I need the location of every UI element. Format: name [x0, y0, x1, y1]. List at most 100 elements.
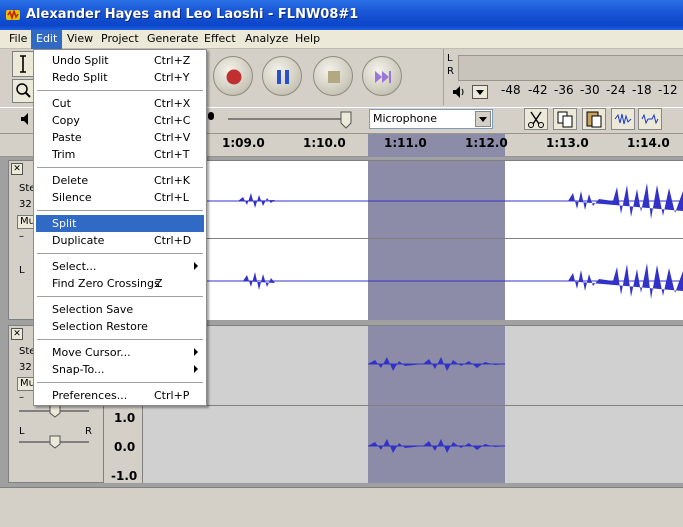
track-info: 32: [19, 199, 32, 210]
menu-item-snap-to[interactable]: Snap-To...: [36, 361, 204, 378]
ruler-tick-label: 1:12.0: [465, 136, 508, 150]
status-area: [0, 487, 683, 527]
skip-end-icon: [375, 71, 391, 83]
silence-icon: [641, 113, 659, 125]
menu-item-select[interactable]: Select...: [36, 258, 204, 275]
chevron-down-icon: [479, 117, 487, 122]
title-bar: Alexander Hayes and Leo Laoshi - FLNW08#…: [0, 0, 683, 30]
meter-menu-button[interactable]: [472, 85, 488, 99]
ruler-tick-label: 1:10.0: [303, 136, 346, 150]
menu-item-split[interactable]: Split: [36, 215, 204, 232]
slider-thumb-icon[interactable]: [49, 435, 61, 449]
vruler-label: 1.0: [114, 411, 136, 425]
pan-left-label: L: [19, 426, 25, 437]
zoom-tool-button[interactable]: [12, 79, 34, 103]
menu-separator: [37, 296, 203, 297]
ruler-tick-label: 1:13.0: [546, 136, 589, 150]
menu-item-find-zero-crossings[interactable]: Find Zero Crossings Z: [36, 275, 204, 292]
menu-bar: File Edit View Project Generate Effect A…: [0, 30, 683, 49]
track-2-right-channel[interactable]: [143, 405, 683, 483]
menu-view[interactable]: View: [62, 30, 98, 49]
menu-separator: [37, 339, 203, 340]
audacity-window: Alexander Hayes and Leo Laoshi - FLNW08#…: [0, 0, 683, 527]
menu-item-move-cursor[interactable]: Move Cursor...: [36, 344, 204, 361]
input-volume-slider[interactable]: [228, 118, 348, 120]
menu-generate[interactable]: Generate: [142, 30, 203, 49]
menu-file[interactable]: File: [4, 30, 32, 49]
window-title: Alexander Hayes and Leo Laoshi - FLNW08#…: [26, 7, 359, 22]
pause-button[interactable]: [262, 56, 302, 96]
waveform: [368, 357, 505, 371]
menu-item-copy[interactable]: Copy Ctrl+C: [36, 112, 204, 129]
copy-button[interactable]: [553, 108, 577, 130]
speaker-icon: [453, 86, 464, 98]
meter-channel-l: L: [447, 53, 453, 64]
submenu-arrow-icon: [194, 365, 198, 373]
close-icon[interactable]: ✕: [11, 328, 23, 340]
menu-item-cut[interactable]: Cut Ctrl+X: [36, 95, 204, 112]
ibeam-icon: [20, 55, 26, 73]
menu-separator: [37, 210, 203, 211]
waveform: [143, 263, 683, 299]
menu-separator: [37, 253, 203, 254]
close-icon[interactable]: ✕: [11, 163, 23, 175]
pan-left-label: L: [19, 265, 25, 276]
menu-project[interactable]: Project: [96, 30, 144, 49]
stop-button[interactable]: [313, 56, 353, 96]
submenu-arrow-icon: [194, 348, 198, 356]
meter-tick: -36: [554, 83, 574, 97]
stop-icon: [328, 71, 340, 83]
slider-thumb-icon[interactable]: [340, 111, 352, 129]
meter-tick: -18: [632, 83, 652, 97]
menu-separator: [37, 382, 203, 383]
menu-item-trim[interactable]: Trim Ctrl+T: [36, 146, 204, 163]
level-meter: L R -48 -42 -36 -30 -24 -18 -12: [443, 49, 683, 105]
speaker-icon: [21, 113, 28, 125]
menu-item-redo-split[interactable]: Redo Split Ctrl+Y: [36, 69, 204, 86]
meter-tick: -12: [658, 83, 678, 97]
pan-right-label: R: [85, 426, 92, 437]
record-button[interactable]: [213, 56, 253, 96]
copy-icon: [557, 111, 573, 128]
trim-button[interactable]: [611, 108, 635, 130]
menu-item-preferences[interactable]: Preferences... Ctrl+P: [36, 387, 204, 404]
paste-button[interactable]: [582, 108, 606, 130]
track-1-left-channel[interactable]: [143, 160, 683, 238]
selection-tool-button[interactable]: [12, 51, 34, 77]
menu-edit[interactable]: Edit: [31, 30, 63, 49]
zoom-icon: [16, 83, 31, 98]
menu-item-silence[interactable]: Silence Ctrl+L: [36, 189, 204, 206]
menu-item-undo-split[interactable]: Undo Split Ctrl+Z: [36, 52, 204, 69]
track-2-left-channel[interactable]: [143, 325, 683, 405]
audacity-app-icon: [6, 8, 20, 21]
menu-separator: [37, 90, 203, 91]
menu-item-selection-save[interactable]: Selection Save: [36, 301, 204, 318]
dropdown-arrow[interactable]: [475, 111, 491, 127]
chevron-down-icon: [476, 90, 484, 95]
scissors-icon: [528, 111, 544, 128]
menu-effect[interactable]: Effect: [199, 30, 241, 49]
track-info: 32: [19, 362, 32, 373]
menu-item-paste[interactable]: Paste Ctrl+V: [36, 129, 204, 146]
slider-thumb-icon[interactable]: [49, 404, 61, 418]
menu-analyze[interactable]: Analyze: [240, 30, 293, 49]
cut-button[interactable]: [524, 108, 548, 130]
vruler-label: 0.0: [114, 440, 136, 454]
silence-button[interactable]: [638, 108, 662, 130]
menu-item-selection-restore[interactable]: Selection Restore: [36, 318, 204, 335]
edit-menu-dropdown: Undo Split Ctrl+Z Redo Split Ctrl+Y Cut Ctr…: [33, 49, 207, 406]
meter-tick: -48: [501, 83, 521, 97]
skip-end-button[interactable]: [362, 56, 402, 96]
input-source-select[interactable]: Microphone: [369, 109, 493, 129]
menu-help[interactable]: Help: [290, 30, 325, 49]
meter-channel-r: R: [447, 66, 454, 77]
meter-tick: -30: [580, 83, 600, 97]
vruler-label: -1.0: [111, 469, 138, 483]
meter-bars: [458, 55, 683, 81]
meter-tick: -42: [528, 83, 548, 97]
track-1-right-channel[interactable]: [143, 238, 683, 320]
menu-item-delete[interactable]: Delete Ctrl+K: [36, 172, 204, 189]
pause-icon: [277, 70, 289, 84]
ruler-tick-label: 1:11.0: [384, 136, 427, 150]
menu-item-duplicate[interactable]: Duplicate Ctrl+D: [36, 232, 204, 249]
